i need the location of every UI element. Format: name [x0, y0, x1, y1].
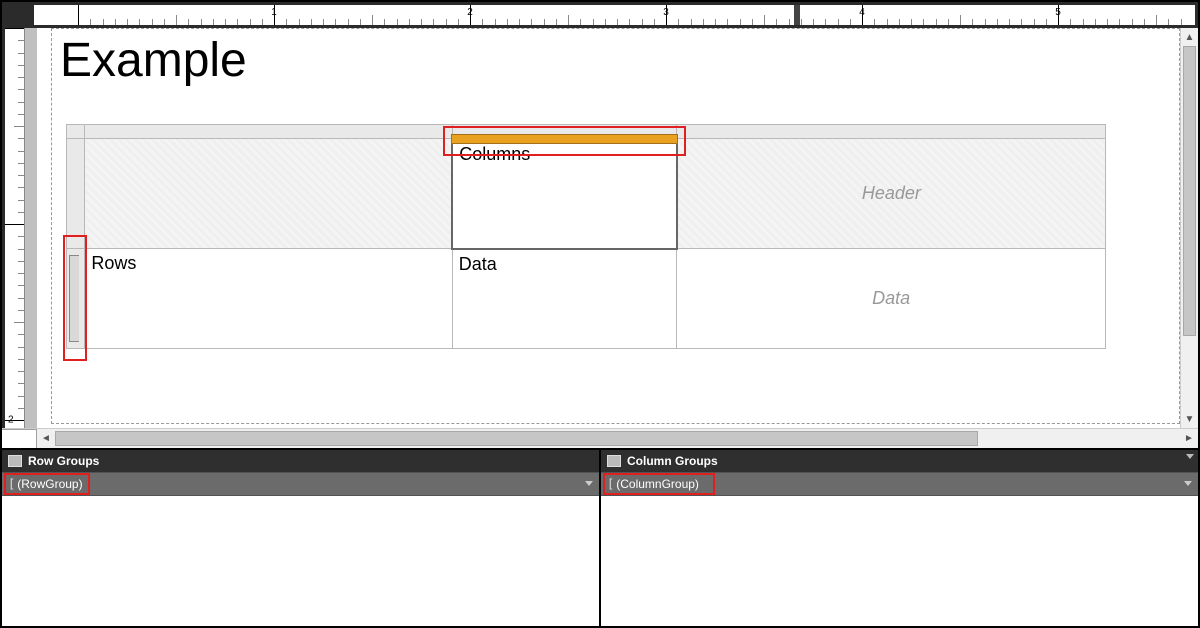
tablix-col-handle-3[interactable] — [677, 125, 1106, 139]
tablix-corner-cell[interactable] — [85, 139, 452, 249]
scroll-left-arrow-icon[interactable]: ◄ — [37, 429, 55, 448]
tablix-col-handle-1[interactable] — [85, 125, 452, 139]
ruler-horizontal: 12345 — [2, 2, 1198, 28]
header-placeholder-text: Header — [862, 183, 921, 203]
horizontal-scrollbar[interactable]: ◄ ► — [2, 428, 1198, 448]
ruler-h-track[interactable]: 12345 — [34, 5, 1195, 25]
tablix-row-handle-header[interactable] — [67, 139, 85, 249]
scroll-right-arrow-icon[interactable]: ► — [1180, 429, 1198, 448]
dropdown-arrow-icon[interactable] — [1184, 481, 1192, 486]
design-surface: 2 Example Columns — [2, 28, 1198, 428]
tablix-row-group-cell[interactable]: Rows — [85, 249, 452, 349]
tablix-header-placeholder[interactable]: Header — [677, 139, 1106, 249]
bracket-icon: [ — [607, 477, 614, 491]
tablix-column-group-cell[interactable]: Columns — [452, 139, 677, 249]
column-group-item[interactable]: [ (ColumnGroup) — [601, 472, 1198, 496]
report-body[interactable]: Example Columns — [51, 28, 1180, 424]
tablix[interactable]: Columns Header Rows — [66, 124, 1106, 349]
grouping-pane: Row Groups [ (RowGroup) Column Groups [ … — [2, 448, 1198, 626]
column-groups-header[interactable]: Column Groups — [601, 450, 1198, 472]
tablix-corner-handle[interactable] — [67, 125, 85, 139]
left-gutter — [25, 28, 37, 428]
scrollbar-corner — [2, 429, 37, 448]
row-group-item[interactable]: [ (RowGroup) — [2, 472, 599, 496]
column-groups-title: Column Groups — [627, 454, 718, 468]
ruler-guide-marker[interactable] — [794, 5, 800, 25]
data-cell-label: Data — [459, 254, 497, 274]
ruler-vertical[interactable]: 2 — [5, 28, 25, 428]
table-icon — [8, 455, 22, 467]
column-groups-body[interactable] — [601, 496, 1198, 626]
scroll-down-arrow-icon[interactable]: ▼ — [1181, 410, 1198, 428]
table-icon — [607, 455, 621, 467]
scroll-up-arrow-icon[interactable]: ▲ — [1181, 28, 1198, 46]
column-group-item-label: (ColumnGroup) — [616, 477, 699, 491]
report-canvas[interactable]: Example Columns — [37, 28, 1180, 428]
horizontal-scrollbar-thumb[interactable] — [55, 431, 978, 446]
column-group-indicator — [451, 134, 678, 144]
vertical-scrollbar-thumb[interactable] — [1183, 46, 1196, 336]
column-group-label: Columns — [459, 144, 530, 164]
report-title-textbox[interactable]: Example — [52, 29, 1179, 96]
tablix-data-placeholder[interactable]: Data — [677, 249, 1106, 349]
row-group-item-label: (RowGroup) — [17, 477, 82, 491]
column-groups-panel: Column Groups [ (ColumnGroup) — [599, 450, 1198, 626]
row-groups-panel: Row Groups [ (RowGroup) — [2, 450, 599, 626]
row-groups-body[interactable] — [2, 496, 599, 626]
row-group-indicator — [69, 255, 79, 342]
vertical-scrollbar[interactable]: ▲ ▼ — [1180, 28, 1198, 428]
ruler-corner — [2, 2, 34, 28]
bracket-icon: [ — [8, 477, 15, 491]
data-placeholder-text: Data — [872, 288, 910, 308]
dropdown-arrow-icon[interactable] — [585, 481, 593, 486]
horizontal-scrollbar-track[interactable] — [55, 429, 1180, 448]
row-group-label: Rows — [91, 253, 136, 273]
grouping-pane-menu-icon[interactable] — [1186, 454, 1194, 459]
row-groups-header[interactable]: Row Groups — [2, 450, 599, 472]
tablix-row-handle-data[interactable] — [67, 249, 85, 349]
tablix-data-cell[interactable]: Data — [452, 249, 677, 349]
row-groups-title: Row Groups — [28, 454, 99, 468]
